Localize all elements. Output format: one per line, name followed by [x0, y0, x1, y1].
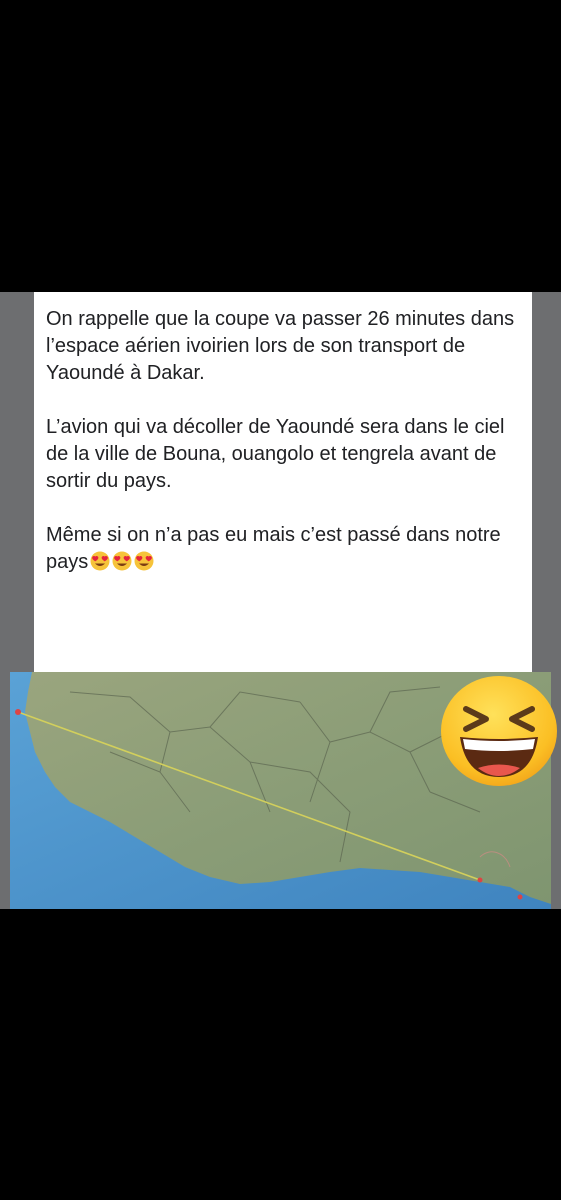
- post-text: On rappelle que la coupe va passer 26 mi…: [46, 306, 520, 603]
- post-card: On rappelle que la coupe va passer 26 mi…: [34, 292, 532, 672]
- heart-eyes-icon: [134, 551, 154, 571]
- screenshot-frame: On rappelle que la coupe va passer 26 mi…: [0, 292, 561, 909]
- laughing-squint-icon: [441, 676, 557, 786]
- heart-eyes-icon: [90, 551, 110, 571]
- post-paragraph-3: Même si on n’a pas eu mais c’est passé d…: [46, 522, 520, 576]
- post-paragraph-1: On rappelle que la coupe va passer 26 mi…: [46, 308, 515, 384]
- heart-eyes-icon: [112, 551, 132, 571]
- post-paragraph-2: L’avion qui va décoller de Yaoundé sera …: [46, 416, 505, 492]
